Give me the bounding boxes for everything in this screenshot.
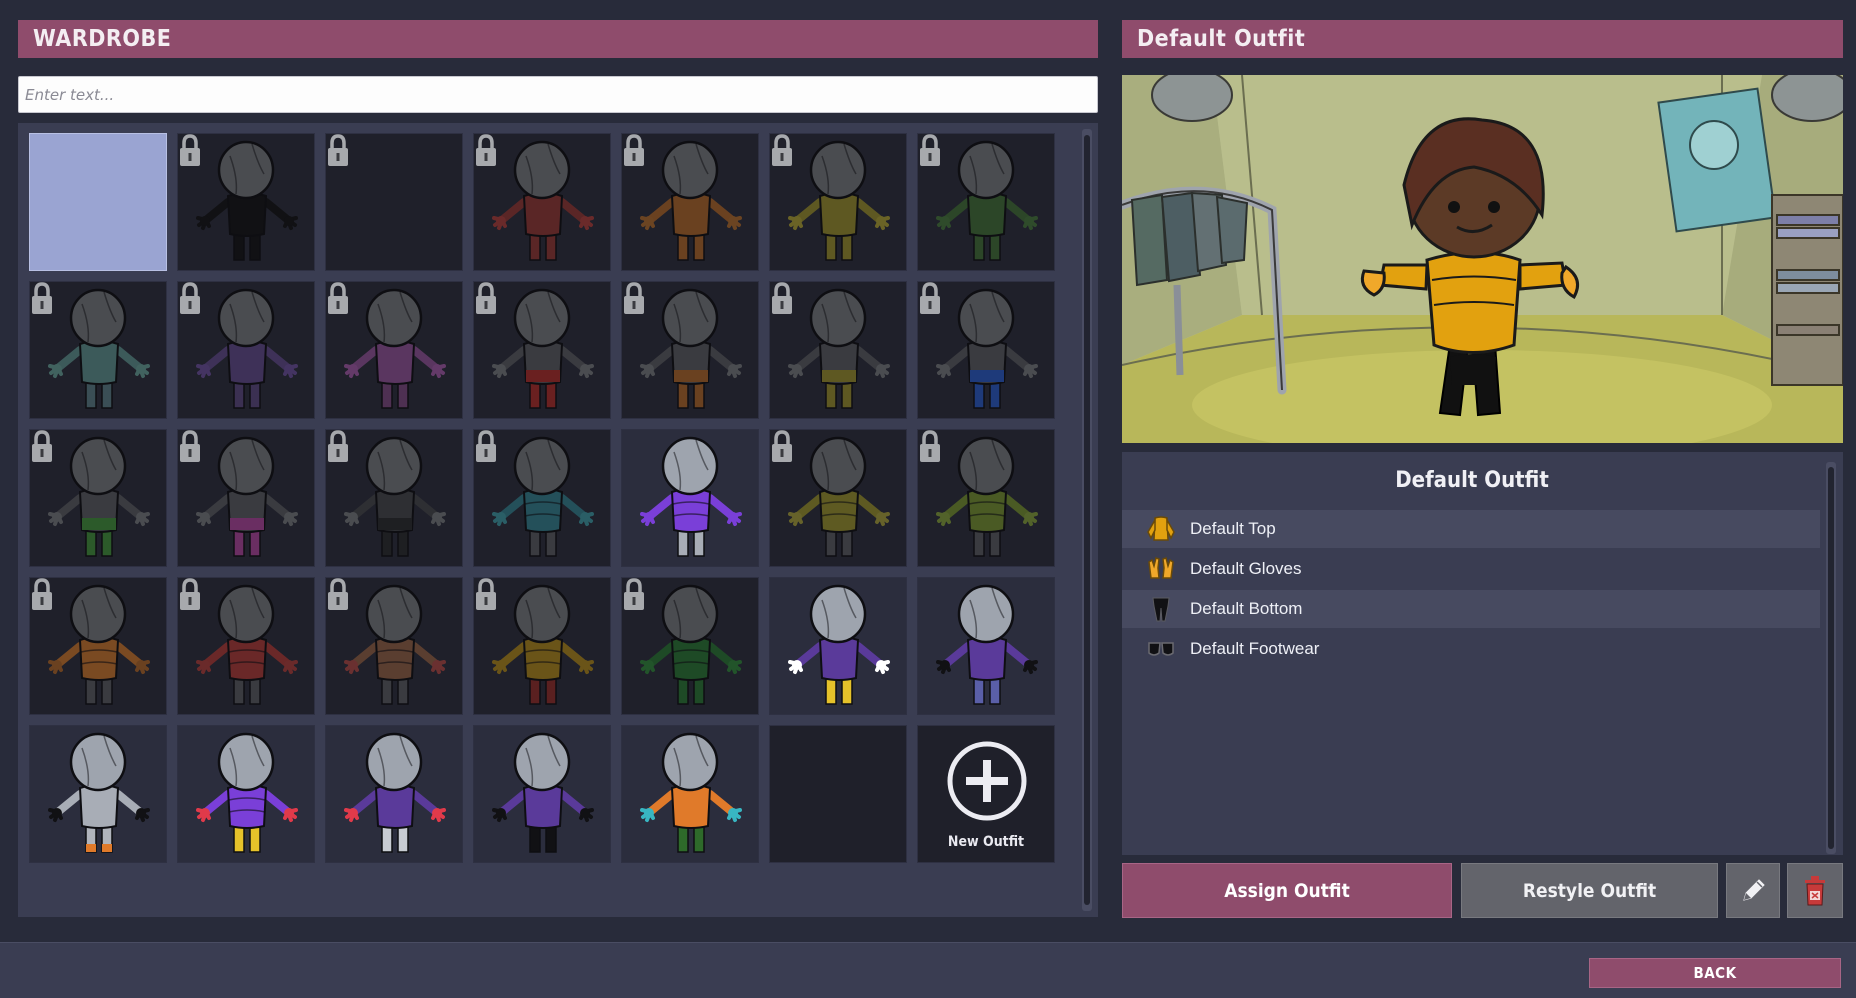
outfit-item-label: Default Footwear [1190, 639, 1320, 658]
outfit-figure-icon [640, 436, 742, 557]
outfit-header-title: Default Outfit [1122, 20, 1843, 58]
lock-icon [180, 134, 200, 166]
outfit-figure-icon [196, 732, 298, 853]
outfit-item-gloves[interactable]: Default Gloves [1122, 550, 1820, 588]
pencil-icon [1743, 878, 1765, 901]
outfit-item-footwear[interactable]: Default Footwear [1122, 630, 1820, 668]
lock-icon [772, 282, 792, 314]
edit-outfit-button[interactable] [1726, 863, 1780, 918]
outfit-tile-locked[interactable] [473, 281, 611, 419]
outfit-tile-locked[interactable] [917, 133, 1055, 271]
search-input[interactable] [18, 76, 1098, 113]
outfit-details-panel: Default Outfit Default Top Default Glove… [1122, 452, 1843, 855]
outfit-figure-icon [640, 732, 742, 853]
lock-icon [624, 282, 644, 314]
lock-icon [180, 578, 200, 610]
back-button[interactable]: BACK [1589, 958, 1841, 988]
lock-icon [772, 134, 792, 166]
lock-icon [624, 578, 644, 610]
outfit-tile-empty[interactable] [769, 725, 907, 863]
outfit-tile-selected[interactable] [29, 133, 167, 271]
footwear-icon [1148, 642, 1174, 656]
outfit-tile[interactable] [325, 725, 463, 863]
lock-icon [328, 134, 348, 166]
lock-icon [328, 282, 348, 314]
gloves-icon [1148, 557, 1174, 579]
outfit-tile-locked[interactable] [473, 133, 611, 271]
outfit-figure-icon [936, 584, 1038, 705]
outfit-tile-locked[interactable] [917, 429, 1055, 567]
outfit-item-label: Default Bottom [1190, 599, 1303, 618]
outfit-tile-locked[interactable] [769, 133, 907, 271]
outfit-item-top[interactable]: Default Top [1122, 510, 1820, 548]
outfit-tile-locked[interactable] [325, 133, 463, 271]
bottom-bar [0, 942, 1856, 998]
new-outfit-button[interactable]: New Outfit [917, 725, 1055, 863]
top-icon [1147, 516, 1175, 541]
outfit-tile-locked[interactable] [177, 281, 315, 419]
delete-outfit-button[interactable] [1787, 863, 1843, 918]
lock-icon [476, 134, 496, 166]
outfit-tile-locked[interactable] [29, 577, 167, 715]
lock-icon [32, 282, 52, 314]
outfit-grid-panel: New Outfit [18, 123, 1098, 917]
outfit-figure-icon [492, 732, 594, 853]
grid-scroll-thumb[interactable] [1084, 135, 1090, 905]
lock-icon [180, 282, 200, 314]
outfit-tile-locked[interactable] [177, 577, 315, 715]
outfit-tile-locked[interactable] [473, 577, 611, 715]
outfit-tile-locked[interactable] [621, 281, 759, 419]
outfit-tile-locked[interactable] [325, 281, 463, 419]
wardrobe-title: WARDROBE [18, 20, 1098, 58]
outfit-tile[interactable] [473, 725, 611, 863]
assign-outfit-button[interactable]: Assign Outfit [1122, 863, 1452, 918]
lock-icon [476, 430, 496, 462]
outfit-tile[interactable] [177, 725, 315, 863]
lock-icon [32, 578, 52, 610]
restyle-outfit-button[interactable]: Restyle Outfit [1461, 863, 1718, 918]
outfit-tile-locked[interactable] [29, 429, 167, 567]
lock-icon [772, 430, 792, 462]
outfit-tile-locked[interactable] [917, 281, 1055, 419]
new-outfit-label: New Outfit [947, 834, 1025, 850]
lock-icon [328, 578, 348, 610]
outfit-tile-locked[interactable] [621, 133, 759, 271]
outfit-preview [1122, 75, 1843, 443]
outfit-item-bottom[interactable]: Default Bottom [1122, 590, 1820, 628]
lock-icon [180, 430, 200, 462]
lock-icon [476, 578, 496, 610]
lock-icon [32, 430, 52, 462]
outfit-tile-locked[interactable] [177, 133, 315, 271]
outfit-tile[interactable] [917, 577, 1055, 715]
outfit-tile-locked[interactable] [177, 429, 315, 567]
outfit-details-title: Default Outfit [1395, 468, 1549, 493]
lock-icon [920, 430, 940, 462]
lock-icon [328, 430, 348, 462]
outfit-tile[interactable] [621, 725, 759, 863]
outfit-tile-locked[interactable] [29, 281, 167, 419]
outfit-tile-locked[interactable] [621, 577, 759, 715]
lock-icon [624, 134, 644, 166]
outfit-item-label: Default Top [1190, 519, 1276, 538]
lock-icon [920, 282, 940, 314]
outfit-tile[interactable] [769, 577, 907, 715]
outfit-tile[interactable] [29, 725, 167, 863]
lock-icon [476, 282, 496, 314]
lock-icon [920, 134, 940, 166]
outfit-item-label: Default Gloves [1190, 559, 1302, 578]
trash-icon [1805, 875, 1825, 905]
details-scroll-thumb[interactable] [1828, 467, 1834, 849]
outfit-tile-locked[interactable] [325, 429, 463, 567]
outfit-tile-locked[interactable] [769, 429, 907, 567]
bottom-icon [1152, 597, 1170, 622]
outfit-figure-icon [788, 584, 890, 705]
outfit-tile-locked[interactable] [769, 281, 907, 419]
outfit-tile-locked[interactable] [473, 429, 611, 567]
outfit-tile[interactable] [621, 429, 759, 567]
outfit-figure-icon [344, 732, 446, 853]
outfit-tile-locked[interactable] [325, 577, 463, 715]
outfit-figure-icon [48, 732, 150, 853]
